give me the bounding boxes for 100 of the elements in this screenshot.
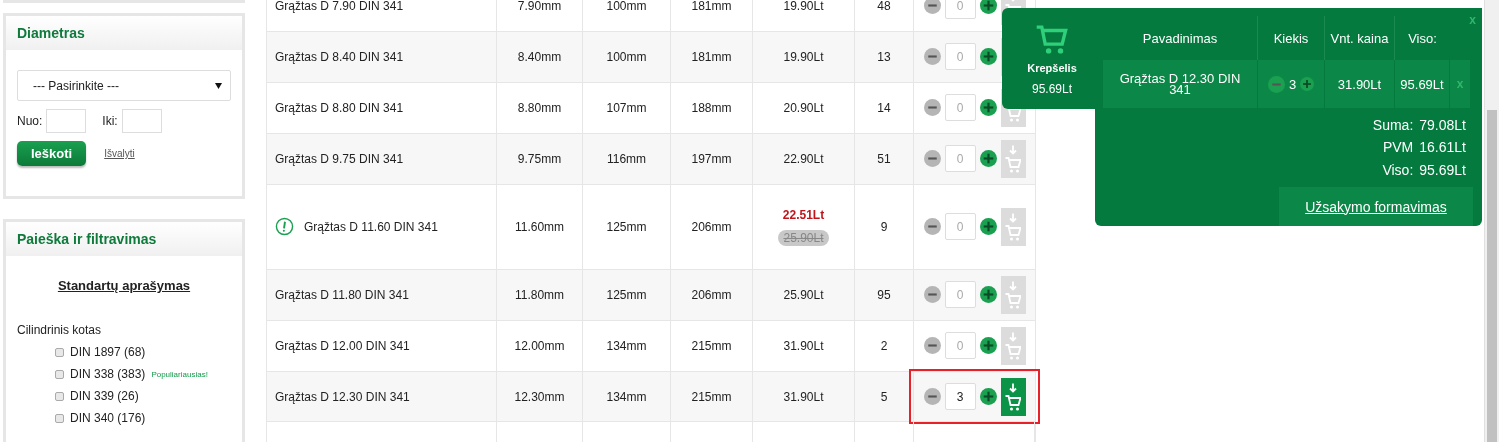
minus-icon[interactable]: [923, 286, 941, 304]
summary-label: Viso:: [1382, 161, 1414, 178]
to-label: Iki:: [102, 114, 118, 128]
plus-icon[interactable]: [979, 337, 997, 355]
diameter-select[interactable]: --- Pasirinkite ---: [17, 70, 231, 101]
diameter: 9.75mm: [517, 151, 562, 166]
total-length: 181mm: [691, 0, 732, 13]
quantity-field[interactable]: 0: [944, 145, 976, 173]
quantity-field[interactable]: 0: [944, 213, 976, 241]
quantity-field[interactable]: 0: [944, 281, 976, 309]
plus-icon[interactable]: [979, 150, 997, 168]
total-length: 188mm: [691, 100, 732, 115]
total-length: 181mm: [691, 49, 732, 64]
option-label: DIN 1897 (68): [70, 345, 146, 359]
search-button[interactable]: Ieškoti: [17, 141, 87, 166]
down-arrow-icon: [1009, 212, 1017, 223]
plus-icon[interactable]: [979, 218, 997, 236]
stock: 48: [877, 0, 891, 13]
cart-label: Krepšelis: [1027, 62, 1077, 74]
option-label: DIN 338 (383): [70, 367, 146, 381]
minus-icon[interactable]: [923, 99, 941, 117]
close-button[interactable]: x: [1469, 13, 1476, 27]
product-name: Grąžtas D 11.60 DIN 341: [304, 219, 438, 234]
scrollbar[interactable]: [1484, 0, 1499, 442]
minus-icon[interactable]: [923, 337, 941, 355]
stock: 5: [880, 389, 888, 404]
minus-icon[interactable]: [923, 150, 941, 168]
to-field[interactable]: [121, 109, 162, 133]
scrollbar-thumb[interactable]: [1487, 110, 1497, 442]
cart-icon: [1005, 394, 1021, 411]
cart-total: 95.69Lt: [1031, 82, 1072, 96]
length: 125mm: [606, 287, 647, 302]
popular-note: Populiariausias!: [151, 369, 208, 379]
cart-icon: [1005, 224, 1021, 241]
product-name: Grąžtas D 12.30 DIN 341: [275, 389, 410, 404]
cart-item-total: 95.69Lt: [1400, 78, 1444, 90]
minus-icon[interactable]: [923, 0, 941, 15]
total-length: 206mm: [691, 219, 732, 234]
stock: 95: [877, 287, 891, 302]
price: 22.90Lt: [783, 151, 824, 166]
diameter: 11.80mm: [514, 287, 565, 302]
clear-link[interactable]: Išvalyti: [104, 148, 135, 159]
minus-icon[interactable]: [923, 388, 941, 406]
length: 125mm: [606, 219, 647, 234]
cart-icon: [1005, 156, 1021, 173]
price: 31.90Lt: [783, 338, 824, 353]
quantity-field[interactable]: 3: [944, 383, 976, 411]
summary-value: 16.61Lt: [1419, 139, 1466, 156]
checkbox[interactable]: [55, 369, 64, 379]
diameter: 11.60mm: [514, 219, 565, 234]
diameter: 12.00mm: [514, 338, 565, 353]
stock: 14: [877, 100, 891, 115]
price: 19.90Lt: [783, 49, 824, 64]
diameter: 8.40mm: [517, 49, 562, 64]
quantity-field[interactable]: 0: [944, 94, 976, 122]
summary-label: Suma:: [1372, 117, 1414, 134]
option-label: DIN 340 (176): [70, 411, 146, 425]
length: 100mm: [606, 49, 647, 64]
checkbox[interactable]: [55, 347, 64, 357]
cart-item-unit-price: 31.90Lt: [1337, 78, 1382, 90]
stock: 51: [877, 151, 891, 166]
length: 134mm: [606, 338, 647, 353]
plus-icon[interactable]: [979, 48, 997, 66]
quantity-field[interactable]: 0: [944, 43, 976, 71]
down-arrow-icon: [1009, 382, 1017, 393]
length: 134mm: [606, 389, 647, 404]
cart-item-quantity: 3: [1288, 78, 1297, 90]
old-price: 25.90Lt: [778, 229, 829, 246]
length: 100mm: [606, 0, 647, 13]
length: 116mm: [606, 151, 647, 166]
plus-icon[interactable]: [979, 0, 997, 15]
summary-label: PVM: [1382, 139, 1414, 156]
standards-link[interactable]: Standartų aprašymas: [57, 278, 191, 293]
add-to-cart-button[interactable]: [1000, 377, 1026, 416]
checkout-link[interactable]: Užsakymo formavimas: [1279, 187, 1473, 226]
total-length: 215mm: [691, 338, 732, 353]
plus-icon[interactable]: [979, 388, 997, 406]
total-length: 206mm: [691, 287, 732, 302]
quantity-field[interactable]: 0: [944, 0, 976, 20]
total-length: 215mm: [691, 389, 732, 404]
product-name: Grąžtas D 12.00 DIN 341: [275, 338, 410, 353]
option-label: DIN 339 (26): [70, 389, 139, 403]
total-length: 197mm: [691, 151, 732, 166]
caret-icon: [215, 82, 222, 89]
plus-icon[interactable]: [979, 286, 997, 304]
price: 19.90Lt: [783, 0, 824, 13]
down-arrow-icon: [1009, 144, 1017, 155]
minus-icon[interactable]: [923, 48, 941, 66]
from-field[interactable]: [46, 109, 87, 133]
stock: 13: [877, 49, 891, 64]
summary-value: 79.08Lt: [1419, 117, 1466, 134]
checkbox[interactable]: [55, 391, 64, 401]
minus-icon[interactable]: [923, 218, 941, 236]
price: 31.90Lt: [783, 389, 824, 404]
summary-value: 95.69Lt: [1419, 161, 1466, 178]
cart-item-name: Grąžtas D 12.30 DIN 341: [1118, 73, 1242, 95]
plus-icon[interactable]: [979, 99, 997, 117]
checkbox[interactable]: [55, 413, 64, 423]
quantity-field[interactable]: 0: [944, 332, 976, 360]
diameter: 8.80mm: [517, 100, 562, 115]
